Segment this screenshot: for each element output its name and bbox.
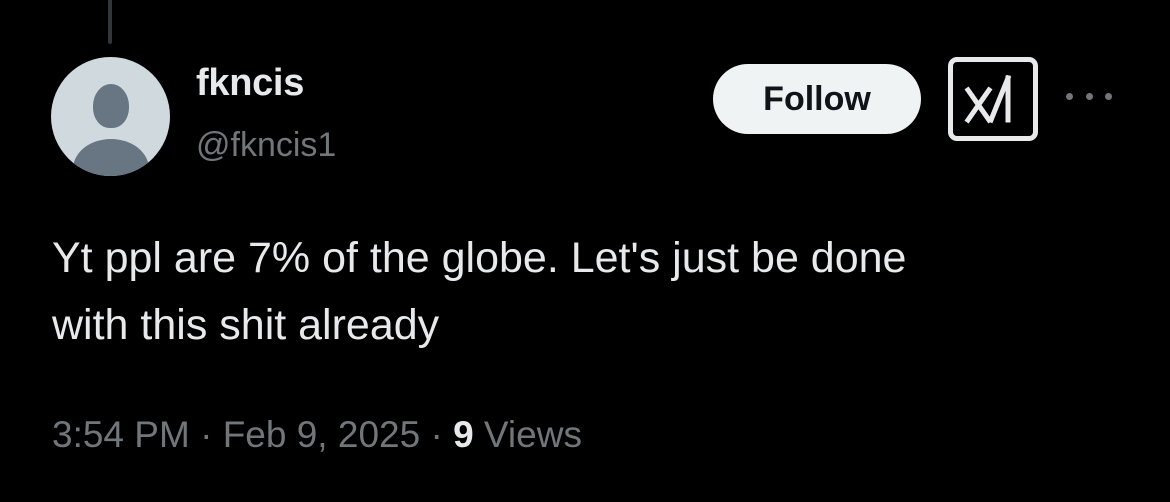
tweet-text-line-2: with this shit already bbox=[52, 301, 440, 349]
grok-icon bbox=[964, 74, 1012, 124]
avatar[interactable] bbox=[51, 57, 170, 176]
avatar-shoulders-shape bbox=[73, 139, 149, 176]
author-handle[interactable]: @fkncis1 bbox=[196, 126, 336, 165]
more-icon-dot bbox=[1066, 92, 1073, 100]
more-icon-dot bbox=[1105, 92, 1112, 100]
more-options-button[interactable] bbox=[1066, 84, 1112, 108]
tweet-text-line-1: Yt ppl are 7% of the globe. Let's just b… bbox=[52, 234, 907, 282]
views-count[interactable]: 9 bbox=[453, 414, 474, 455]
follow-button[interactable]: Follow bbox=[713, 64, 921, 134]
more-icon-dot bbox=[1085, 92, 1093, 100]
thread-connector-line bbox=[108, 0, 112, 44]
author-display-name[interactable]: fkncis bbox=[196, 62, 304, 105]
meta-separator: · bbox=[200, 414, 213, 455]
avatar-head-shape bbox=[93, 84, 129, 128]
views-label[interactable]: Views bbox=[484, 414, 582, 455]
tweet-meta: 3:54 PM · Feb 9, 2025 · 9 Views bbox=[52, 414, 582, 456]
tweet-text: Yt ppl are 7% of the globe. Let's just b… bbox=[52, 225, 1132, 359]
meta-separator: · bbox=[430, 414, 443, 455]
grok-button[interactable] bbox=[948, 57, 1038, 141]
tweet-date[interactable]: Feb 9, 2025 bbox=[223, 414, 420, 455]
tweet-time[interactable]: 3:54 PM bbox=[52, 414, 190, 455]
